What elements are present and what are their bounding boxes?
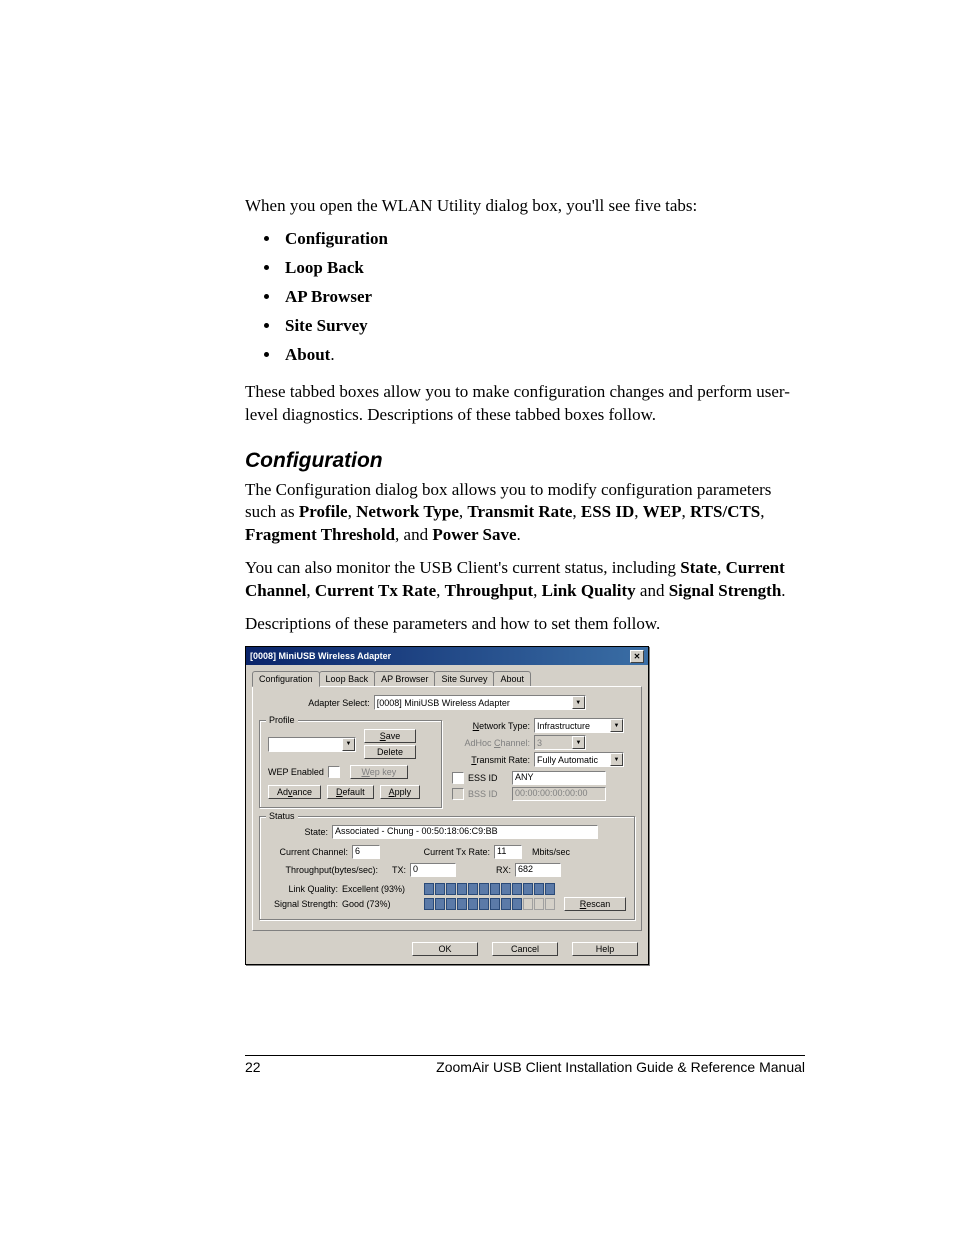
rx-label: RX:	[496, 865, 511, 875]
ok-button[interactable]: OK	[412, 942, 478, 956]
config-paragraph-2: You can also monitor the USB Client's cu…	[245, 557, 804, 603]
signal-strength-meter	[424, 898, 555, 910]
list-item: Site Survey	[281, 315, 804, 338]
tx-value: 0	[410, 863, 456, 877]
tab-ap-browser[interactable]: AP Browser	[374, 671, 435, 687]
help-button[interactable]: Help	[572, 942, 638, 956]
configuration-panel: Adapter Select: [0008] MiniUSB Wireless …	[252, 686, 642, 931]
profile-dropdown[interactable]: ▼	[268, 737, 356, 752]
apply-button[interactable]: Apply	[380, 785, 421, 799]
bssid-checkbox	[452, 788, 464, 800]
tab-site-survey[interactable]: Site Survey	[434, 671, 494, 687]
current-tx-rate-value: 11	[494, 845, 522, 859]
network-type-dropdown[interactable]: Infrastructure▼	[534, 718, 624, 733]
essid-input[interactable]: ANY	[512, 771, 606, 785]
adapter-select-label: Adapter Select:	[308, 698, 370, 708]
chevron-down-icon: ▼	[572, 696, 585, 709]
after-tabs-text: These tabbed boxes allow you to make con…	[245, 381, 804, 427]
list-item: Loop Back	[281, 257, 804, 280]
link-quality-value: Excellent (93%)	[342, 884, 414, 894]
cancel-button[interactable]: Cancel	[492, 942, 558, 956]
dialog-tabs: Configuration Loop Back AP Browser Site …	[246, 665, 648, 687]
footer-title: ZoomAir USB Client Installation Guide & …	[285, 1059, 805, 1075]
current-channel-label: Current Channel:	[268, 847, 348, 857]
tab-bullet-list: Configuration Loop Back AP Browser Site …	[245, 228, 804, 367]
state-value: Associated - Chung - 00:50:18:06:C9:BB	[332, 825, 598, 839]
list-item: About.	[281, 344, 804, 367]
save-button[interactable]: Save	[364, 729, 416, 743]
wlan-utility-dialog: [0008] MiniUSB Wireless Adapter ✕ Config…	[245, 646, 649, 965]
wep-key-button[interactable]: Wep key	[350, 765, 408, 779]
link-quality-meter	[424, 883, 555, 895]
advance-button[interactable]: Advance	[268, 785, 321, 799]
essid-label: ESS ID	[468, 773, 508, 783]
config-paragraph-3: Descriptions of these parameters and how…	[245, 613, 804, 636]
bssid-input: 00:00:00:00:00:00	[512, 787, 606, 801]
transmit-rate-label: Transmit Rate:	[452, 755, 530, 765]
config-paragraph-1: The Configuration dialog box allows you …	[245, 479, 804, 548]
profile-legend: Profile	[266, 715, 298, 725]
delete-button[interactable]: Delete	[364, 745, 416, 759]
chevron-down-icon: ▼	[572, 736, 585, 749]
tab-configuration[interactable]: Configuration	[252, 671, 320, 687]
chevron-down-icon: ▼	[342, 738, 355, 751]
intro-text: When you open the WLAN Utility dialog bo…	[245, 195, 804, 218]
dialog-title-bar: [0008] MiniUSB Wireless Adapter ✕	[246, 647, 648, 665]
adhoc-channel-dropdown: 3▼	[534, 735, 586, 750]
throughput-label: Throughput(bytes/sec):	[268, 865, 378, 875]
dialog-title: [0008] MiniUSB Wireless Adapter	[250, 651, 391, 661]
signal-strength-value: Good (73%)	[342, 899, 414, 909]
list-item: AP Browser	[281, 286, 804, 309]
status-legend: Status	[266, 811, 298, 821]
mbits-label: Mbits/sec	[532, 847, 570, 857]
page-number: 22	[245, 1059, 285, 1075]
current-channel-value: 6	[352, 845, 380, 859]
adapter-select-dropdown[interactable]: [0008] MiniUSB Wireless Adapter▼	[374, 695, 586, 710]
default-button[interactable]: Default	[327, 785, 374, 799]
configuration-heading: Configuration	[245, 449, 804, 473]
signal-strength-label: Signal Strength:	[268, 899, 338, 909]
state-label: State:	[268, 827, 328, 837]
wep-enabled-checkbox[interactable]	[328, 766, 340, 778]
tab-about[interactable]: About	[493, 671, 531, 687]
rescan-button[interactable]: Rescan	[564, 897, 626, 911]
transmit-rate-dropdown[interactable]: Fully Automatic▼	[534, 752, 624, 767]
chevron-down-icon: ▼	[610, 753, 623, 766]
close-icon[interactable]: ✕	[630, 650, 644, 663]
network-type-label: Network Type:	[452, 721, 530, 731]
chevron-down-icon: ▼	[610, 719, 623, 732]
adhoc-channel-label: AdHoc Channel:	[452, 738, 530, 748]
tab-loop-back[interactable]: Loop Back	[319, 671, 376, 687]
status-fieldset: Status State: Associated - Chung - 00:50…	[259, 816, 635, 920]
tx-label: TX:	[392, 865, 406, 875]
list-item: Configuration	[281, 228, 804, 251]
essid-checkbox[interactable]	[452, 772, 464, 784]
current-tx-rate-label: Current Tx Rate:	[410, 847, 490, 857]
rx-value: 682	[515, 863, 561, 877]
wep-enabled-label: WEP Enabled	[268, 767, 324, 777]
profile-fieldset: Profile ▼ Save Delete WEP Enabled Wep ke…	[259, 720, 442, 808]
page-footer: 22 ZoomAir USB Client Installation Guide…	[245, 1055, 805, 1075]
bssid-label: BSS ID	[468, 789, 508, 799]
link-quality-label: Link Quality:	[268, 884, 338, 894]
